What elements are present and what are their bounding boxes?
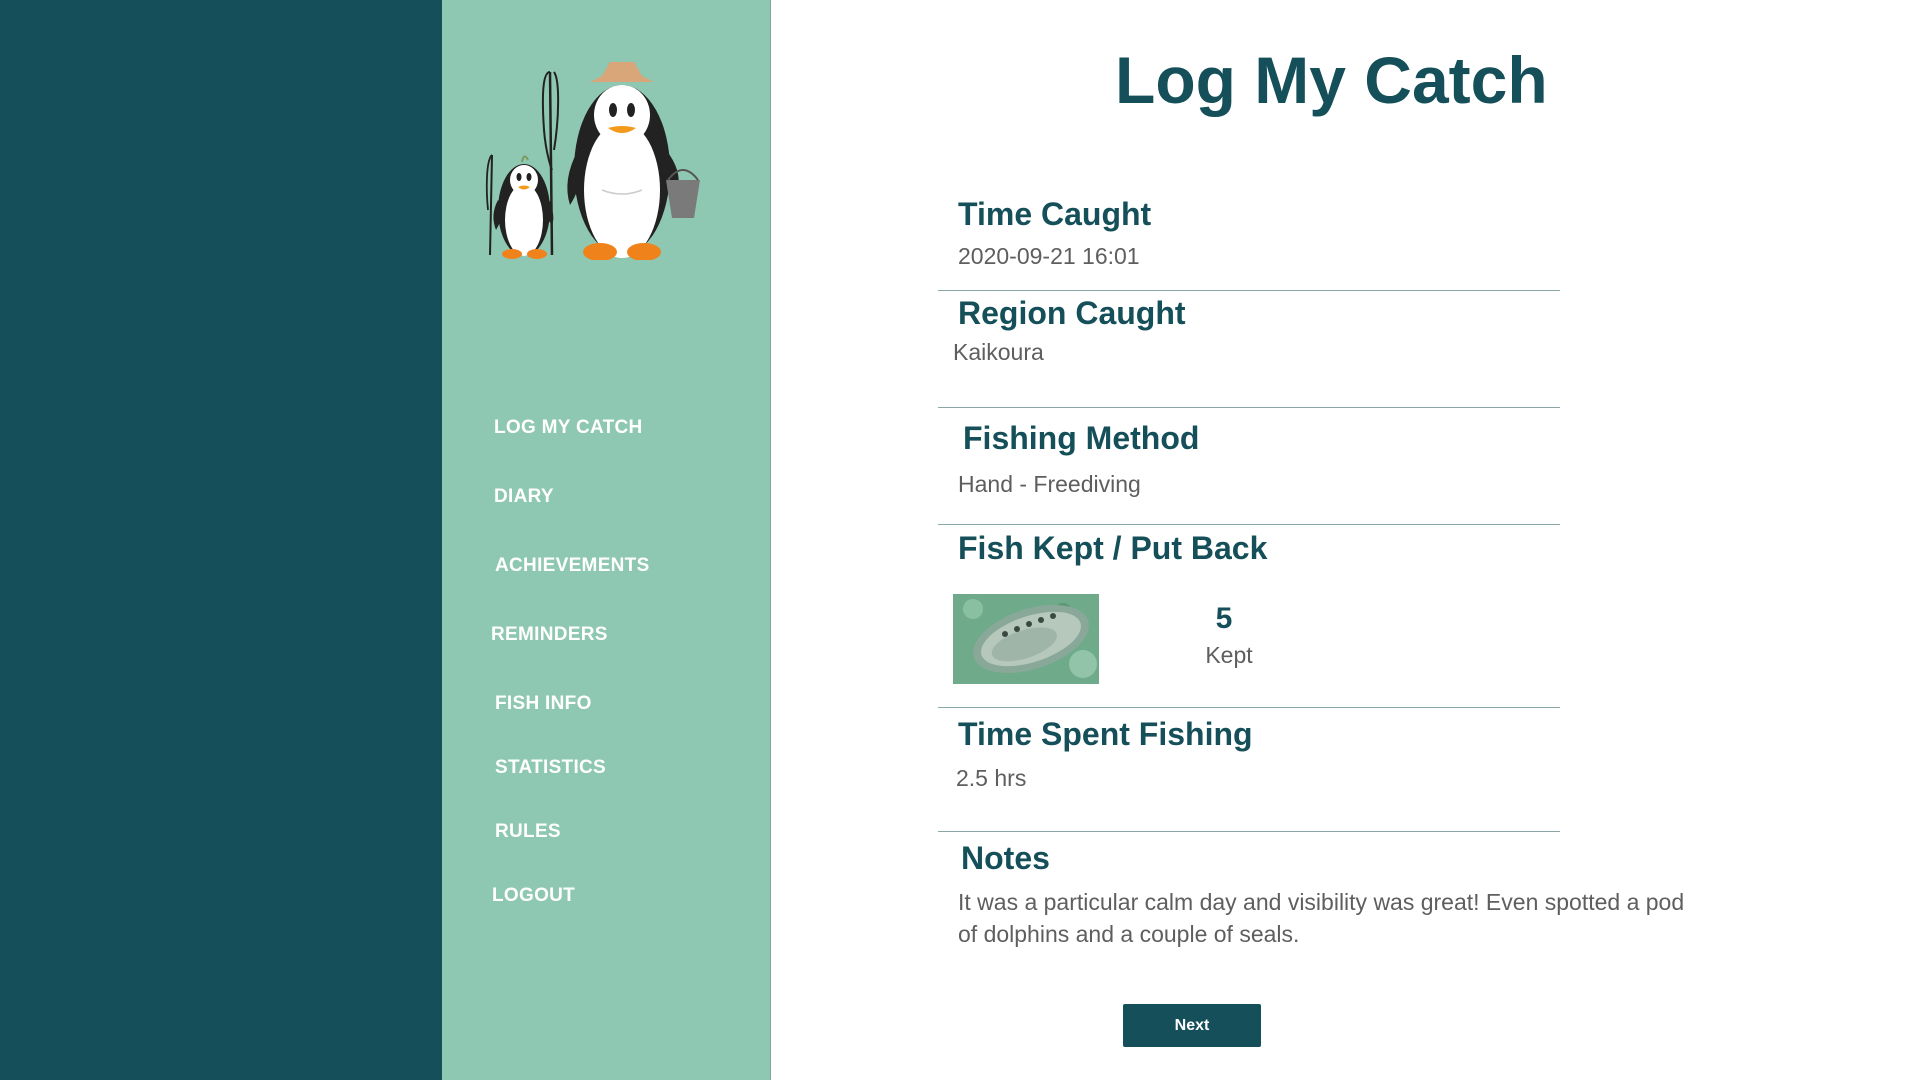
sidebar-item-reminders[interactable]: REMINDERS	[491, 624, 608, 646]
region-caught-label: Region Caught	[958, 295, 1186, 331]
page-title: Log My Catch	[1115, 43, 1548, 117]
sidebar-item-achievements[interactable]: ACHIEVEMENTS	[495, 555, 650, 577]
time-caught-value: 2020-09-21 16:01	[958, 243, 1140, 269]
divider	[938, 290, 1560, 291]
fish-kept-status: Kept	[1205, 642, 1253, 668]
main-content: Log My Catch Time Caught 2020-09-21 16:0…	[770, 0, 1920, 1080]
divider	[938, 831, 1560, 832]
penguin-logo-icon	[485, 62, 700, 260]
sidebar: LOG MY CATCH DIARY ACHIEVEMENTS REMINDER…	[442, 0, 771, 1080]
fish-kept-label: Fish Kept / Put Back	[958, 530, 1268, 566]
next-button[interactable]: Next	[1123, 1004, 1261, 1047]
sidebar-item-diary[interactable]: DIARY	[494, 486, 554, 508]
sidebar-item-rules[interactable]: RULES	[495, 821, 561, 843]
divider	[938, 707, 1560, 708]
app-root: LOG MY CATCH DIARY ACHIEVEMENTS REMINDER…	[0, 0, 1920, 1080]
divider	[938, 524, 1560, 525]
divider	[938, 407, 1560, 408]
sidebar-item-log-my-catch[interactable]: LOG MY CATCH	[494, 417, 643, 439]
time-caught-label: Time Caught	[958, 196, 1152, 232]
time-spent-label: Time Spent Fishing	[958, 716, 1253, 752]
fishing-method-label: Fishing Method	[963, 420, 1200, 456]
sidebar-item-logout[interactable]: LOGOUT	[492, 885, 575, 907]
left-panel	[0, 0, 442, 1080]
notes-label: Notes	[961, 840, 1050, 876]
paua-photo-icon	[953, 594, 1099, 684]
notes-text: It was a particular calm day and visibil…	[958, 889, 1685, 947]
region-caught-value: Kaikoura	[953, 339, 1044, 365]
time-spent-value: 2.5 hrs	[956, 765, 1027, 791]
fish-kept-count: 5	[1215, 602, 1233, 635]
sidebar-item-statistics[interactable]: STATISTICS	[495, 757, 606, 779]
fishing-method-value: Hand - Freediving	[958, 471, 1141, 497]
sidebar-item-fish-info[interactable]: FISH INFO	[495, 693, 592, 715]
